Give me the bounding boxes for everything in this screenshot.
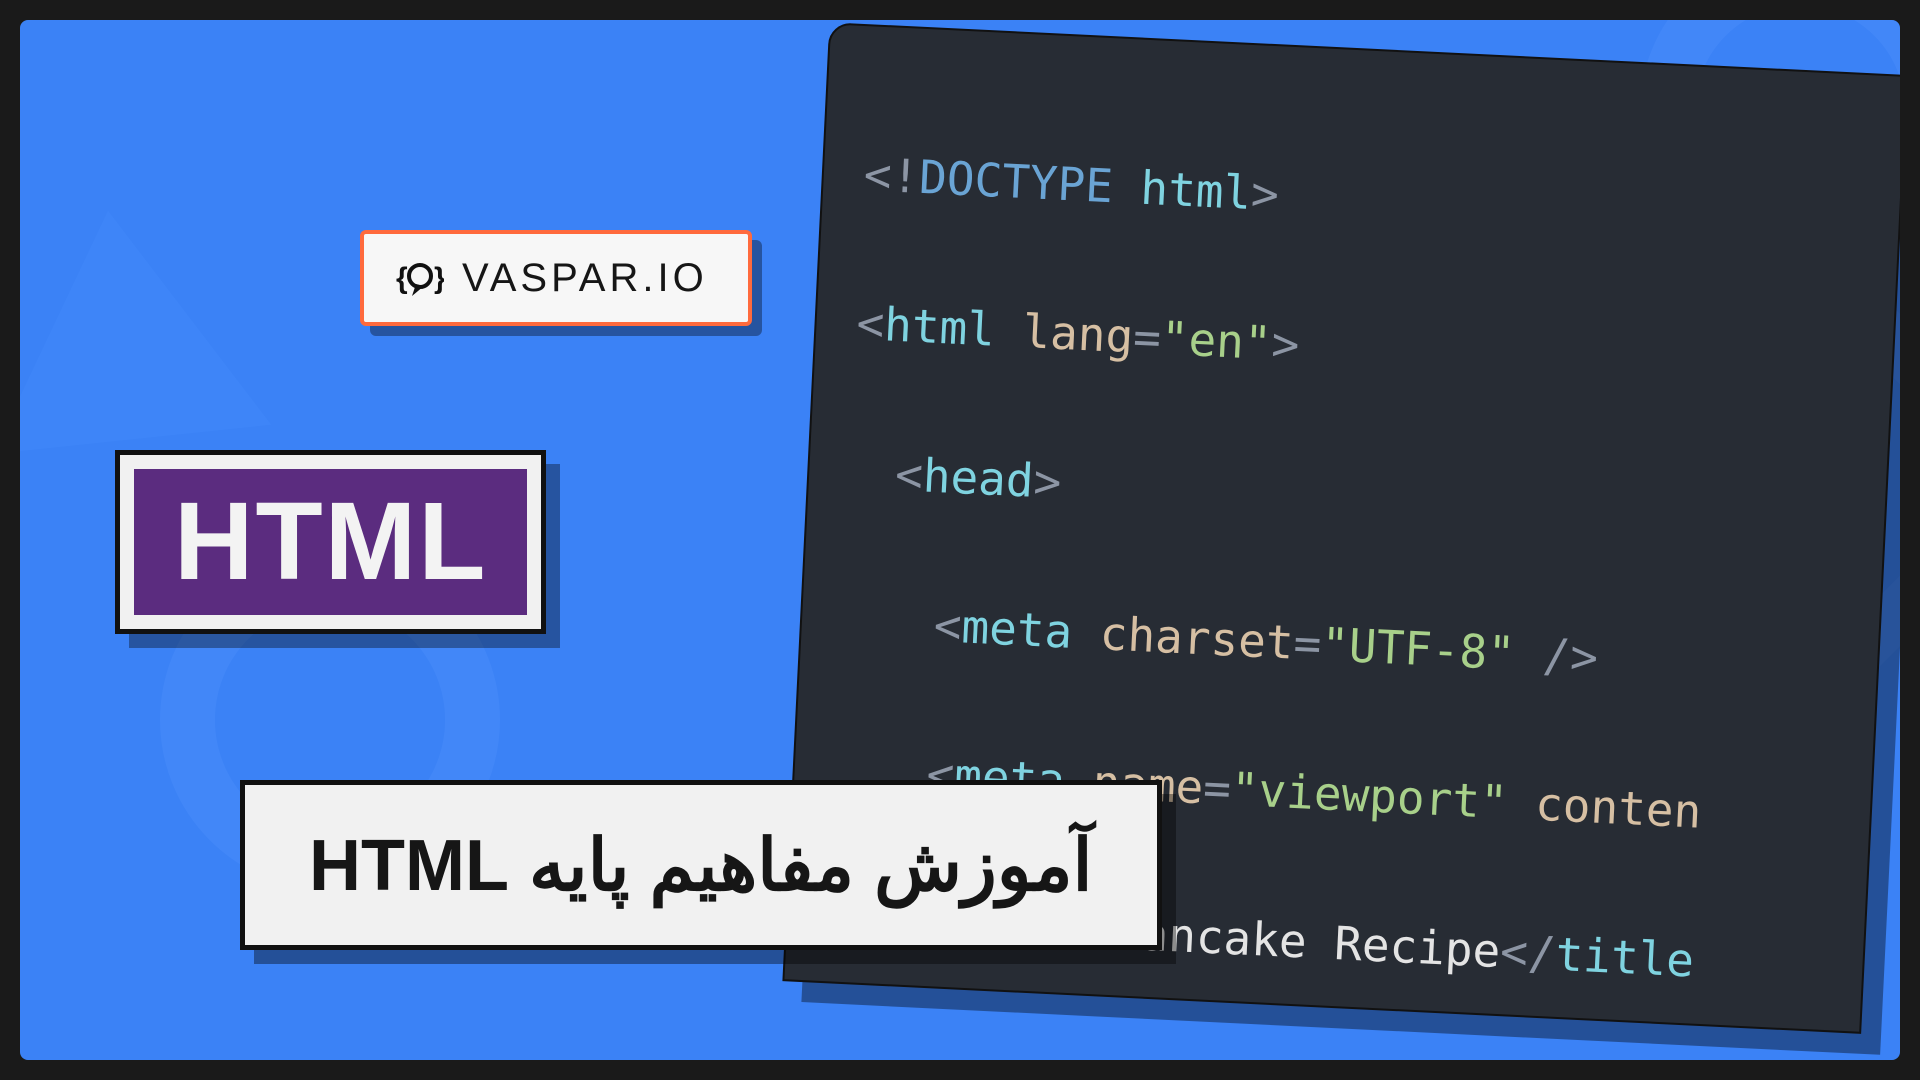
title-text: آموزش مفاهیم پایه HTML — [309, 823, 1093, 907]
svg-text:}: } — [434, 262, 444, 295]
title-card: آموزش مفاهیم پایه HTML — [240, 780, 1162, 950]
thumbnail-frame: <!DOCTYPE html> <html lang="en"> <head> … — [20, 20, 1900, 1060]
html-badge: HTML — [115, 450, 546, 634]
svg-text:{: { — [396, 262, 408, 295]
vaspar-logo-icon: { } — [396, 254, 444, 302]
logo-pill: { } VASPAR.IO — [360, 230, 752, 326]
bg-triangle-shape — [20, 196, 271, 454]
html-badge-text: HTML — [174, 487, 487, 597]
logo-text: VASPAR.IO — [462, 256, 708, 301]
